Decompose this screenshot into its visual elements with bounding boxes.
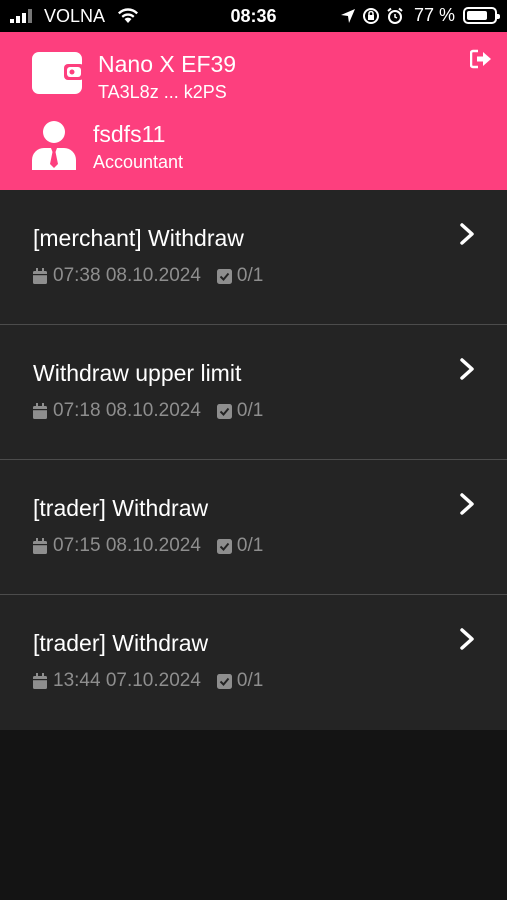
item-title: Withdraw upper limit: [33, 360, 242, 386]
location-arrow-icon: [340, 8, 355, 23]
battery-icon: [463, 7, 500, 24]
item-count: 0/1: [236, 670, 264, 691]
account-header: Nano X EF39 TA3L8z ... k2PS fsdfs11 Acco…: [0, 32, 507, 190]
status-bar: VOLNA 08:36 77 %: [0, 0, 507, 32]
device-name: Nano X EF39: [98, 51, 237, 77]
checkbox-icon: [216, 673, 232, 689]
item-datetime: 07:15 08.10.2024: [53, 535, 201, 556]
user-tie-icon: [32, 121, 76, 170]
item-datetime: 07:38 08.10.2024: [53, 265, 201, 286]
orientation-lock-icon: [362, 7, 379, 24]
item-title: [trader] Withdraw: [33, 630, 209, 656]
chevron-right-icon: [460, 628, 474, 650]
list-item[interactable]: [trader] Withdraw 13:44 07.10.2024 0/1: [0, 595, 507, 730]
list-item[interactable]: [trader] Withdraw 07:15 08.10.2024 0/1: [0, 460, 507, 595]
user-role: Accountant: [93, 152, 184, 172]
calendar-icon: [33, 268, 47, 284]
item-datetime: 07:18 08.10.2024: [53, 400, 201, 421]
list-item[interactable]: [merchant] Withdraw 07:38 08.10.2024 0/1: [0, 190, 507, 325]
calendar-icon: [33, 538, 47, 554]
checkbox-icon: [216, 403, 232, 419]
item-count: 0/1: [236, 265, 264, 286]
request-list: [merchant] Withdraw 07:38 08.10.2024 0/1…: [0, 190, 507, 730]
wallet-icon: [32, 52, 84, 94]
battery-percentage: 77 %: [413, 5, 455, 25]
list-item[interactable]: Withdraw upper limit 07:18 08.10.2024 0/…: [0, 325, 507, 460]
chevron-right-icon: [460, 493, 474, 515]
item-datetime: 13:44 07.10.2024: [53, 670, 201, 691]
calendar-icon: [33, 403, 47, 419]
alarm-icon: [387, 7, 403, 24]
item-count: 0/1: [236, 400, 264, 421]
chevron-right-icon: [460, 358, 474, 380]
user-name: fsdfs11: [93, 121, 166, 147]
item-count: 0/1: [236, 535, 264, 556]
logout-icon[interactable]: [470, 49, 492, 69]
checkbox-icon: [216, 268, 232, 284]
item-title: [merchant] Withdraw: [33, 225, 244, 251]
checkbox-icon: [216, 538, 232, 554]
device-address: TA3L8z ... k2PS: [98, 82, 227, 102]
item-title: [trader] Withdraw: [33, 495, 209, 521]
chevron-right-icon: [460, 223, 474, 245]
calendar-icon: [33, 673, 47, 689]
